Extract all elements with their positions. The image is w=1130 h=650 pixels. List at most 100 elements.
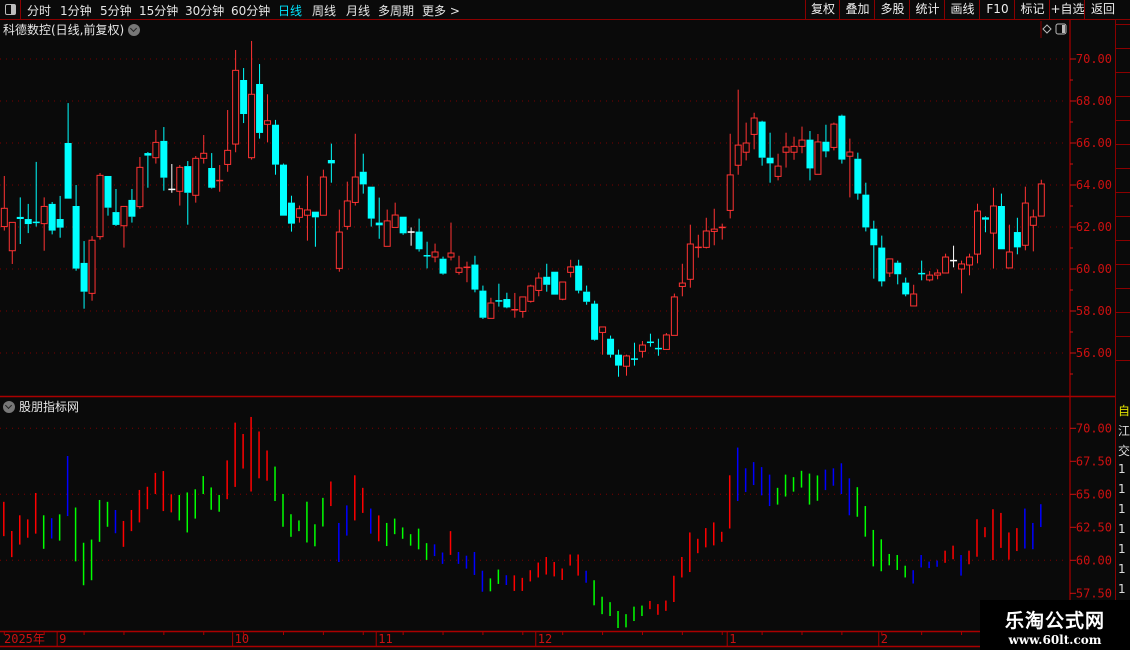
candle[interactable] — [1005, 224, 1013, 269]
candle[interactable] — [471, 255, 479, 293]
candle[interactable] — [311, 211, 319, 247]
candle[interactable] — [798, 126, 806, 154]
candle[interactable] — [48, 202, 56, 235]
candle[interactable] — [527, 284, 535, 303]
candle[interactable] — [192, 156, 200, 203]
candle[interactable] — [391, 202, 399, 228]
candle[interactable] — [168, 164, 176, 193]
candle[interactable] — [343, 181, 351, 230]
candle[interactable] — [989, 187, 997, 269]
candle[interactable] — [136, 157, 144, 209]
candle[interactable] — [272, 119, 280, 175]
candle[interactable] — [997, 193, 1005, 250]
candle[interactable] — [184, 161, 192, 225]
candle[interactable] — [918, 260, 926, 281]
candle[interactable] — [200, 135, 208, 164]
chevron-down-icon[interactable] — [3, 401, 15, 413]
candle[interactable] — [208, 153, 216, 189]
candle[interactable] — [375, 197, 383, 239]
candle[interactable] — [367, 186, 375, 227]
kline-chart[interactable]: 70.00 68.00 66.00 64.00 62.00 60.00 58.00 56.00… — [0, 0, 1130, 650]
candle[interactable] — [128, 188, 136, 223]
candle[interactable] — [351, 133, 359, 206]
candle[interactable] — [16, 197, 24, 245]
chevron-down-icon[interactable] — [128, 24, 141, 36]
candle[interactable] — [894, 260, 902, 285]
candle[interactable] — [327, 143, 335, 183]
candle[interactable] — [447, 222, 455, 261]
candle[interactable] — [415, 218, 423, 252]
candle[interactable] — [934, 269, 942, 280]
candle[interactable] — [8, 221, 16, 264]
candle[interactable] — [862, 182, 870, 232]
candle[interactable] — [72, 185, 80, 271]
candle[interactable] — [822, 124, 830, 158]
candle[interactable] — [575, 259, 583, 294]
candle[interactable] — [463, 261, 471, 283]
candle[interactable] — [926, 271, 934, 282]
candle[interactable] — [335, 209, 343, 272]
candle[interactable] — [455, 255, 463, 275]
candle[interactable] — [511, 292, 519, 318]
candle[interactable] — [1029, 209, 1037, 252]
candle[interactable] — [607, 335, 615, 358]
candle[interactable] — [519, 296, 527, 318]
candle[interactable] — [264, 94, 272, 143]
candle[interactable] — [287, 195, 295, 232]
candle[interactable] — [870, 220, 878, 279]
candle[interactable] — [670, 293, 678, 336]
candle[interactable] — [160, 127, 168, 191]
candle[interactable] — [407, 227, 415, 246]
candle[interactable] — [630, 342, 638, 366]
candle[interactable] — [32, 161, 40, 227]
candle[interactable] — [256, 64, 264, 139]
candle[interactable] — [567, 259, 575, 278]
candle[interactable] — [886, 258, 894, 277]
candle[interactable] — [232, 49, 240, 153]
candle[interactable] — [216, 165, 224, 192]
candle[interactable] — [431, 243, 439, 263]
candle[interactable] — [144, 152, 152, 188]
candle[interactable] — [694, 234, 702, 258]
diamond-icon[interactable] — [1042, 24, 1052, 34]
candle[interactable] — [942, 253, 950, 274]
candle[interactable] — [710, 208, 718, 246]
candle[interactable] — [734, 89, 742, 175]
candle[interactable] — [487, 297, 495, 319]
candle[interactable] — [176, 165, 184, 206]
candle[interactable] — [583, 285, 591, 305]
candle[interactable] — [535, 272, 543, 297]
candle[interactable] — [958, 260, 966, 294]
candle[interactable] — [495, 283, 503, 307]
candle[interactable] — [838, 114, 846, 164]
candle[interactable] — [319, 169, 327, 216]
candle[interactable] — [559, 281, 567, 301]
candle[interactable] — [910, 284, 918, 307]
candle[interactable] — [766, 132, 774, 183]
candle[interactable] — [303, 175, 311, 241]
candle[interactable] — [248, 40, 256, 160]
candle[interactable] — [64, 103, 72, 199]
candle[interactable] — [623, 354, 631, 376]
candle[interactable] — [646, 333, 654, 347]
candle[interactable] — [88, 236, 96, 301]
candle[interactable] — [950, 245, 958, 268]
candle[interactable] — [966, 253, 974, 276]
candle[interactable] — [718, 223, 726, 240]
candle[interactable] — [846, 138, 854, 198]
candle[interactable] — [615, 349, 623, 377]
candle[interactable] — [830, 122, 838, 151]
candle[interactable] — [56, 195, 64, 238]
candle[interactable] — [80, 241, 88, 309]
candle[interactable] — [973, 203, 981, 264]
candle[interactable] — [383, 209, 391, 247]
candle[interactable] — [152, 129, 160, 164]
candle[interactable] — [599, 326, 607, 355]
candle[interactable] — [399, 216, 407, 235]
candle[interactable] — [902, 277, 910, 297]
candle[interactable] — [790, 136, 798, 160]
candle[interactable] — [224, 110, 232, 172]
candle[interactable] — [686, 224, 694, 288]
candle[interactable] — [503, 292, 511, 309]
candle[interactable] — [359, 153, 367, 194]
